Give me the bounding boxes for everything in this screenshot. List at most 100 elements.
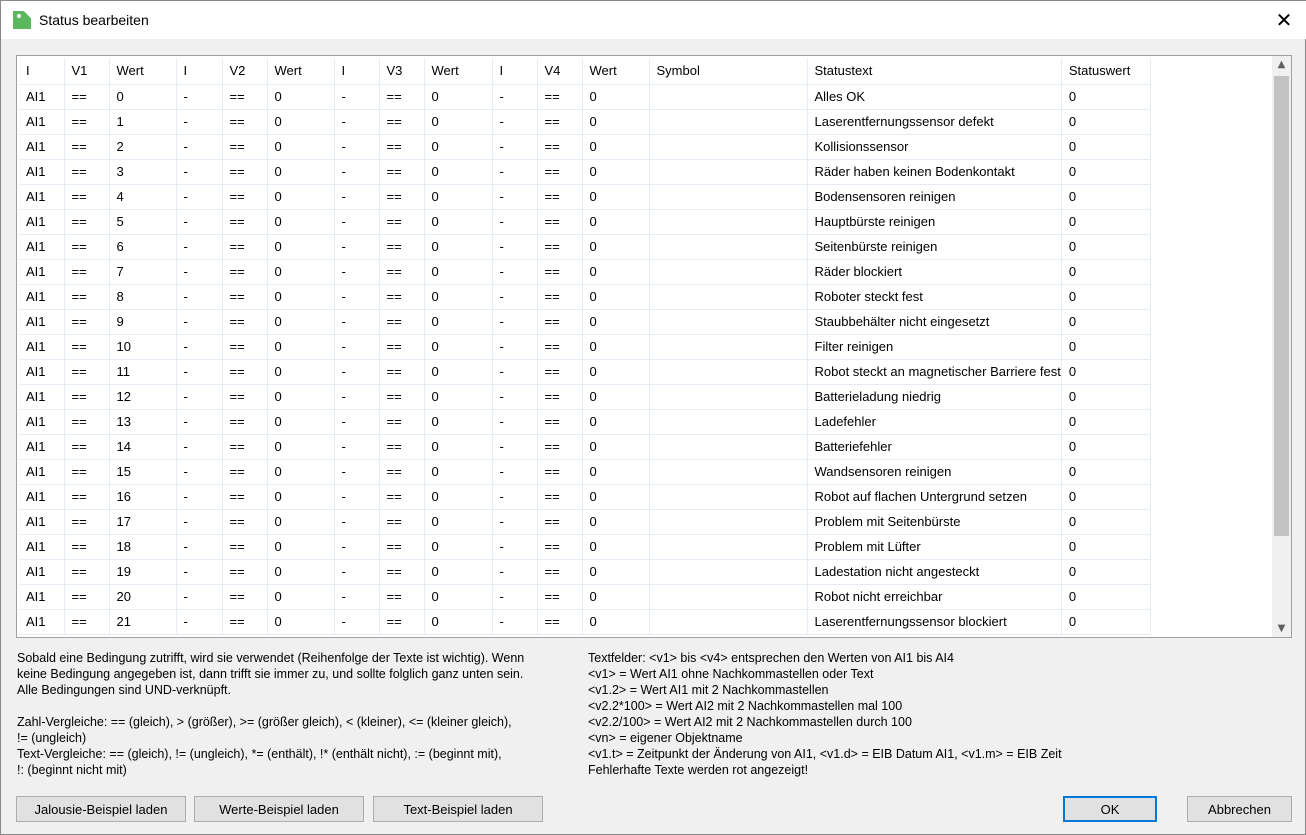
cell-value-1[interactable]: 6 (109, 234, 177, 260)
cell-input-4[interactable]: - (492, 159, 538, 185)
cell-status-text[interactable]: Robot auf flachen Untergrund setzen (807, 484, 1062, 510)
table-row[interactable]: AI1 == 0- == 0- == 0- == 0 Alles OK 0 (19, 84, 1151, 110)
cell-symbol[interactable] (649, 84, 808, 110)
cell-status-value[interactable]: 0 (1061, 509, 1151, 535)
cell-op-1[interactable]: == (64, 234, 110, 260)
cell-op-1[interactable]: == (64, 559, 110, 585)
cell-input-2[interactable]: - (176, 234, 223, 260)
cell-input-3[interactable]: - (334, 359, 380, 385)
cell-op-3[interactable]: == (379, 484, 425, 510)
cell-value-1[interactable]: 19 (109, 559, 177, 585)
cell-op-4[interactable]: == (537, 184, 583, 210)
cell-op-1[interactable]: == (64, 609, 110, 635)
cell-value-3[interactable]: 0 (424, 259, 493, 285)
column-header-input-1[interactable]: I (19, 58, 65, 85)
cell-input-1[interactable]: AI1 (19, 409, 65, 435)
cell-symbol[interactable] (649, 534, 808, 560)
cell-op-1[interactable]: == (64, 334, 110, 360)
cell-value-1[interactable]: 21 (109, 609, 177, 635)
cell-input-4[interactable]: - (492, 559, 538, 585)
cell-status-text[interactable]: Kollisionssensor (807, 134, 1062, 160)
cell-value-3[interactable]: 0 (424, 159, 493, 185)
cell-value-4[interactable]: 0 (582, 359, 650, 385)
cell-input-1[interactable]: AI1 (19, 484, 65, 510)
cell-input-1[interactable]: AI1 (19, 184, 65, 210)
cell-value-4[interactable]: 0 (582, 234, 650, 260)
cell-value-4[interactable]: 0 (582, 134, 650, 160)
cell-op-2[interactable]: == (222, 309, 268, 335)
cell-op-3[interactable]: == (379, 109, 425, 135)
cell-input-4[interactable]: - (492, 259, 538, 285)
cell-op-4[interactable]: == (537, 609, 583, 635)
cell-value-3[interactable]: 0 (424, 484, 493, 510)
cell-input-1[interactable]: AI1 (19, 84, 65, 110)
cell-value-3[interactable]: 0 (424, 334, 493, 360)
cell-status-value[interactable]: 0 (1061, 609, 1151, 635)
close-button[interactable]: ✕ (1261, 1, 1306, 39)
cell-input-3[interactable]: - (334, 84, 380, 110)
column-header-status-text[interactable]: Statustext (807, 58, 1062, 85)
cell-status-text[interactable]: Robot steckt an magnetischer Barriere fe… (807, 359, 1062, 385)
cell-value-3[interactable]: 0 (424, 84, 493, 110)
cell-value-2[interactable]: 0 (267, 334, 335, 360)
cell-op-3[interactable]: == (379, 434, 425, 460)
cell-status-text[interactable]: Ladestation nicht angesteckt (807, 559, 1062, 585)
cell-input-1[interactable]: AI1 (19, 509, 65, 535)
cell-input-3[interactable]: - (334, 509, 380, 535)
cell-op-1[interactable]: == (64, 159, 110, 185)
cell-input-2[interactable]: - (176, 209, 223, 235)
column-header-symbol[interactable]: Symbol (649, 58, 808, 85)
cell-input-3[interactable]: - (334, 134, 380, 160)
cell-status-value[interactable]: 0 (1061, 409, 1151, 435)
cell-status-text[interactable]: Roboter steckt fest (807, 284, 1062, 310)
cell-value-2[interactable]: 0 (267, 84, 335, 110)
cell-op-2[interactable]: == (222, 184, 268, 210)
cell-op-1[interactable]: == (64, 384, 110, 410)
cell-value-1[interactable]: 11 (109, 359, 177, 385)
cell-op-2[interactable]: == (222, 384, 268, 410)
cell-symbol[interactable] (649, 584, 808, 610)
cell-input-4[interactable]: - (492, 459, 538, 485)
cell-input-2[interactable]: - (176, 484, 223, 510)
table-row[interactable]: AI1 == 7- == 0- == 0- == 0 Räder blockiert 0 (19, 259, 1151, 285)
cell-op-4[interactable]: == (537, 84, 583, 110)
cell-status-text[interactable]: Batteriefehler (807, 434, 1062, 460)
cell-status-value[interactable]: 0 (1061, 584, 1151, 610)
cell-symbol[interactable] (649, 484, 808, 510)
vertical-scrollbar[interactable]: ▲ ▼ (1272, 56, 1291, 637)
cell-value-3[interactable]: 0 (424, 609, 493, 635)
cell-value-3[interactable]: 0 (424, 509, 493, 535)
cell-input-3[interactable]: - (334, 459, 380, 485)
cell-status-text[interactable]: Problem mit Seitenbürste (807, 509, 1062, 535)
cell-value-1[interactable]: 14 (109, 434, 177, 460)
cell-op-1[interactable]: == (64, 509, 110, 535)
cell-input-3[interactable]: - (334, 284, 380, 310)
scroll-up-icon[interactable]: ▲ (1272, 56, 1291, 73)
cell-op-1[interactable]: == (64, 134, 110, 160)
cell-op-3[interactable]: == (379, 459, 425, 485)
cell-status-value[interactable]: 0 (1061, 134, 1151, 160)
cell-input-1[interactable]: AI1 (19, 134, 65, 160)
cell-value-1[interactable]: 1 (109, 109, 177, 135)
cell-op-4[interactable]: == (537, 334, 583, 360)
cell-status-text[interactable]: Batterieladung niedrig (807, 384, 1062, 410)
cell-op-2[interactable]: == (222, 584, 268, 610)
cell-input-3[interactable]: - (334, 559, 380, 585)
cell-value-2[interactable]: 0 (267, 534, 335, 560)
cell-value-3[interactable]: 0 (424, 309, 493, 335)
table-row[interactable]: AI1 == 6- == 0- == 0- == 0 Seitenbürste reinigen 0 (19, 234, 1151, 260)
table-row[interactable]: AI1 == 4- == 0- == 0- == 0 Bodensensoren reinigen… (19, 184, 1151, 210)
cell-input-4[interactable]: - (492, 584, 538, 610)
cell-status-value[interactable]: 0 (1061, 484, 1151, 510)
cell-op-1[interactable]: == (64, 309, 110, 335)
table-row[interactable]: AI1 == 12- == 0- == 0- == 0 Batterieladung niedri… (19, 384, 1151, 410)
cell-op-2[interactable]: == (222, 459, 268, 485)
cell-status-value[interactable]: 0 (1061, 184, 1151, 210)
column-header-input-3[interactable]: I (334, 58, 380, 85)
cell-symbol[interactable] (649, 209, 808, 235)
cell-input-1[interactable]: AI1 (19, 609, 65, 635)
cell-op-3[interactable]: == (379, 159, 425, 185)
column-header-value-4[interactable]: Wert (582, 58, 650, 85)
cell-op-3[interactable]: == (379, 234, 425, 260)
cell-status-value[interactable]: 0 (1061, 84, 1151, 110)
